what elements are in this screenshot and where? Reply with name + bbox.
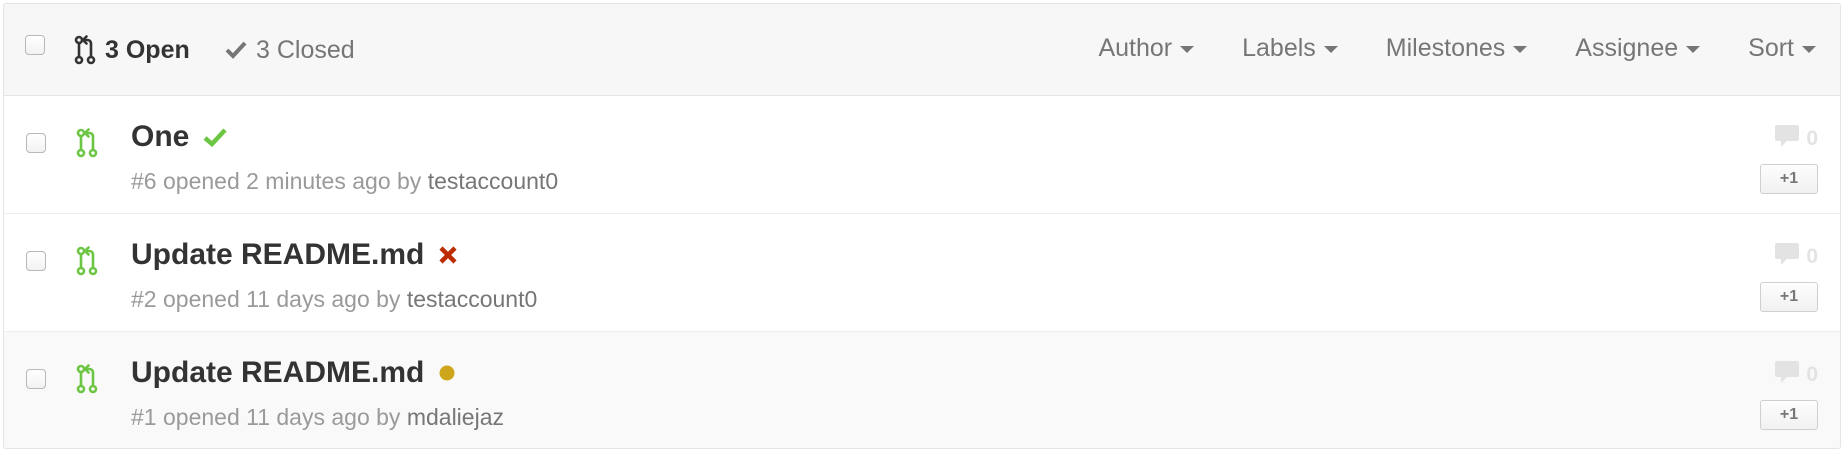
chevron-down-icon bbox=[1323, 46, 1338, 53]
comment-count: 0 bbox=[1806, 363, 1818, 386]
comment-count: 0 bbox=[1806, 127, 1818, 150]
opened-time: 11 days ago bbox=[246, 404, 370, 430]
open-count-label: 3 Open bbox=[105, 35, 190, 64]
by-word: by bbox=[397, 168, 422, 194]
pull-request-title-line: Update README.md bbox=[131, 234, 458, 276]
comment-count: 0 bbox=[1806, 245, 1818, 268]
pull-request-checkbox[interactable] bbox=[26, 251, 46, 271]
pull-request-meta: #2 opened 11 days ago by testaccount0 bbox=[131, 286, 537, 313]
milestones-filter-label: Milestones bbox=[1385, 33, 1506, 62]
plus-one-button[interactable]: +1 bbox=[1760, 282, 1818, 312]
pull-request-title-link[interactable]: Update README.md bbox=[131, 356, 424, 390]
author-link[interactable]: testaccount0 bbox=[428, 168, 558, 194]
filter-bar: Author Labels Milestones Assignee Sort bbox=[1098, 30, 1816, 66]
author-filter-dropdown[interactable]: Author bbox=[1098, 33, 1195, 63]
pull-request-title-line: One bbox=[131, 116, 228, 158]
opened-time: 2 minutes ago bbox=[246, 168, 391, 194]
author-filter-label: Author bbox=[1098, 33, 1173, 62]
pull-request-number: #1 bbox=[131, 404, 157, 430]
comments-link[interactable]: 0 bbox=[1774, 242, 1818, 272]
opened-word: opened bbox=[162, 168, 240, 194]
by-word: by bbox=[376, 404, 401, 430]
author-link[interactable]: mdaliejaz bbox=[407, 404, 504, 430]
pull-request-list-header: 3 Open 3 Closed Author Labels Milestones bbox=[4, 4, 1840, 96]
success-check-icon[interactable] bbox=[203, 126, 228, 148]
pull-request-title-link[interactable]: One bbox=[131, 120, 189, 154]
comment-icon bbox=[1774, 360, 1800, 390]
by-word: by bbox=[376, 286, 401, 312]
pull-request-row: Update README.md #1 opened 11 days ago b… bbox=[4, 332, 1840, 448]
assignee-filter-dropdown[interactable]: Assignee bbox=[1575, 33, 1701, 63]
opened-word: opened bbox=[162, 286, 240, 312]
git-pull-request-icon bbox=[76, 364, 98, 399]
git-pull-request-icon bbox=[76, 246, 98, 281]
closed-count-label: 3 Closed bbox=[256, 35, 355, 64]
sort-label: Sort bbox=[1748, 33, 1794, 62]
pull-request-row: Update README.md #2 opened 11 days ago b… bbox=[4, 214, 1840, 332]
open-pull-requests-link[interactable]: 3 Open bbox=[74, 32, 190, 68]
pull-request-title-line: Update README.md bbox=[131, 352, 456, 394]
assignee-filter-label: Assignee bbox=[1575, 33, 1679, 62]
opened-time: 11 days ago bbox=[246, 286, 370, 312]
comments-link[interactable]: 0 bbox=[1774, 360, 1818, 390]
comment-icon bbox=[1774, 242, 1800, 272]
chevron-down-icon bbox=[1180, 46, 1195, 53]
closed-pull-requests-link[interactable]: 3 Closed bbox=[225, 32, 355, 68]
pull-request-row: One #6 opened 2 minutes ago by testaccou… bbox=[4, 96, 1840, 214]
chevron-down-icon bbox=[1686, 46, 1701, 53]
pull-request-list: 3 Open 3 Closed Author Labels Milestones bbox=[3, 3, 1841, 449]
pull-request-title-link[interactable]: Update README.md bbox=[131, 238, 424, 272]
milestones-filter-dropdown[interactable]: Milestones bbox=[1386, 34, 1528, 63]
pull-request-number: #6 bbox=[131, 168, 157, 194]
pending-dot-icon[interactable] bbox=[438, 364, 456, 382]
git-pull-request-icon bbox=[74, 35, 96, 65]
sort-dropdown[interactable]: Sort bbox=[1748, 34, 1816, 63]
plus-one-button[interactable]: +1 bbox=[1760, 164, 1818, 194]
pull-request-meta: #6 opened 2 minutes ago by testaccount0 bbox=[131, 168, 558, 195]
chevron-down-icon bbox=[1513, 46, 1528, 53]
check-icon bbox=[225, 40, 247, 60]
opened-word: opened bbox=[162, 404, 240, 430]
comments-link[interactable]: 0 bbox=[1774, 124, 1818, 154]
labels-filter-label: Labels bbox=[1242, 33, 1316, 62]
failure-x-icon[interactable] bbox=[438, 245, 458, 265]
comment-icon bbox=[1774, 124, 1800, 154]
author-link[interactable]: testaccount0 bbox=[407, 286, 537, 312]
select-all-checkbox[interactable] bbox=[25, 35, 45, 55]
labels-filter-dropdown[interactable]: Labels bbox=[1242, 34, 1338, 63]
pull-request-checkbox[interactable] bbox=[26, 133, 46, 153]
pull-request-checkbox[interactable] bbox=[26, 369, 46, 389]
pull-request-number: #2 bbox=[131, 286, 157, 312]
pull-request-meta: #1 opened 11 days ago by mdaliejaz bbox=[131, 404, 504, 431]
chevron-down-icon bbox=[1802, 46, 1816, 53]
plus-one-button[interactable]: +1 bbox=[1760, 400, 1818, 430]
git-pull-request-icon bbox=[76, 128, 98, 163]
